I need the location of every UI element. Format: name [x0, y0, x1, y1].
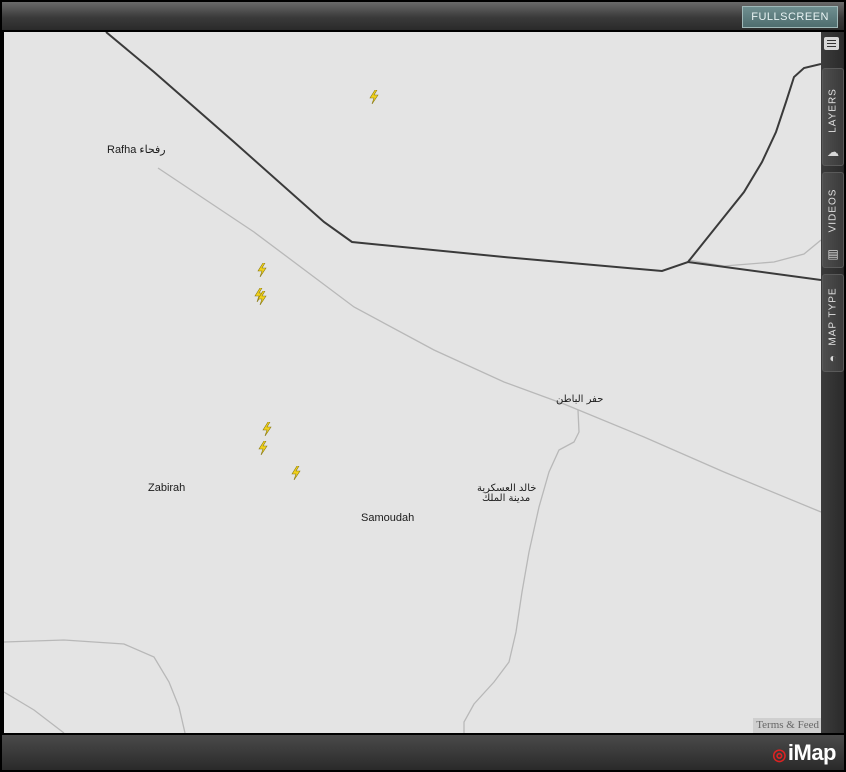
road-east: [687, 239, 821, 267]
border-main: [105, 32, 821, 281]
road-south: [463, 409, 580, 733]
place-hafar-al-batin: حفر الباطن: [556, 394, 604, 405]
border-north: [687, 63, 821, 263]
road-southwest-2: [4, 691, 65, 733]
place-kmc-line2: مدينة الملك: [482, 493, 531, 504]
tab-videos-label: VIDEOS: [827, 188, 839, 233]
terms-link[interactable]: Terms & Feed: [753, 718, 821, 733]
place-zabirah: Zabirah: [148, 482, 186, 494]
imap-logo: ◎iMap: [772, 740, 836, 766]
map-lines: [4, 32, 821, 733]
lightning-strike-icon[interactable]: [290, 466, 302, 480]
place-samoudah: Samoudah: [361, 512, 415, 524]
bottom-bar: ◎iMap: [2, 735, 844, 770]
globe-icon: ◐: [829, 351, 837, 365]
tab-layers-label: LAYERS: [827, 88, 839, 133]
place-rafha: Rafha رفحاء: [107, 144, 166, 156]
menu-icon[interactable]: [824, 37, 839, 50]
road-southwest: [4, 639, 186, 733]
lightning-strike-icon[interactable]: [256, 263, 268, 277]
tab-layers[interactable]: LAYERS ☁: [822, 68, 844, 166]
logo-text: iMap: [787, 740, 837, 765]
map-canvas[interactable]: Rafha رفحاء حفر الباطن Zabirah Samoudah …: [4, 32, 821, 733]
right-sidebar: LAYERS ☁ VIDEOS ▤ MAP TYPE ◐: [821, 32, 844, 733]
tab-map-type-label: MAP TYPE: [827, 287, 839, 346]
tab-videos[interactable]: VIDEOS ▤: [822, 172, 844, 268]
layers-icon: ☁: [827, 145, 839, 159]
tab-map-type[interactable]: MAP TYPE ◐: [822, 274, 844, 372]
fullscreen-button[interactable]: FULLSCREEN: [742, 6, 838, 28]
lightning-strike-icon[interactable]: [257, 441, 269, 455]
film-icon: ▤: [827, 247, 839, 261]
lightning-strike-icon[interactable]: [256, 291, 268, 305]
top-bar: FULLSCREEN: [2, 2, 844, 30]
lightning-strike-icon[interactable]: [261, 422, 273, 436]
logo-mark-icon: ◎: [772, 747, 786, 764]
lightning-strike-icon[interactable]: [368, 90, 380, 104]
